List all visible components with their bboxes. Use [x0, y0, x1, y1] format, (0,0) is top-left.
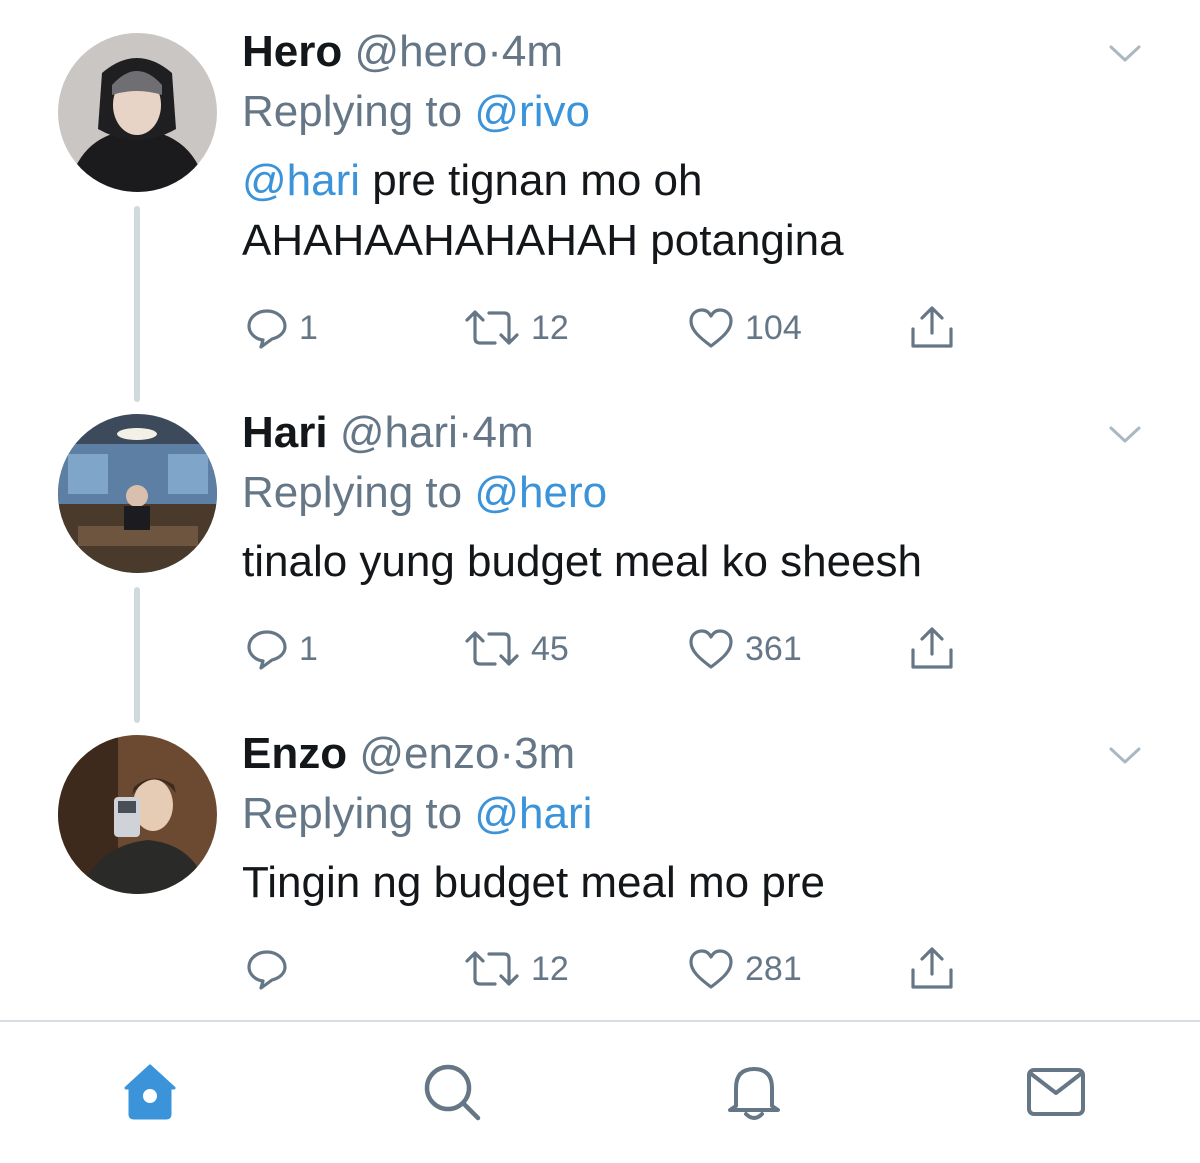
heart-icon	[689, 949, 733, 989]
home-icon	[124, 1064, 176, 1120]
tweet-text: Tingin ng budget meal mo pre	[242, 858, 825, 907]
reply-button[interactable]	[245, 946, 299, 992]
retweet-button[interactable]: 12	[463, 946, 569, 992]
share-icon	[911, 947, 953, 989]
search-icon	[424, 1064, 481, 1121]
chevron-down-icon[interactable]	[1108, 738, 1142, 772]
timestamp[interactable]: 3m	[514, 729, 575, 778]
tab-search[interactable]	[420, 1060, 484, 1124]
reply-icon	[247, 950, 287, 990]
avatar[interactable]	[58, 735, 217, 894]
separator: ·	[499, 729, 515, 778]
display-name[interactable]: Enzo	[242, 729, 347, 778]
bell-icon	[728, 1067, 780, 1120]
like-count: 281	[745, 949, 802, 988]
replying-to-mention[interactable]: @hari	[474, 789, 592, 838]
replying-to: Replying to @hari	[242, 789, 1140, 839]
retweet-icon	[465, 951, 519, 986]
tab-messages[interactable]	[1024, 1060, 1088, 1124]
thread-view: Hero @hero·4m Replying to @rivo @hari pr…	[0, 0, 1200, 1163]
mail-icon	[1027, 1068, 1085, 1116]
bottom-tab-bar	[0, 1020, 1200, 1163]
tweet[interactable]: Enzo @enzo·3m Replying to @hari Tingin n…	[0, 0, 1200, 1010]
tab-home[interactable]	[118, 1060, 182, 1124]
tweet-header: Enzo @enzo·3m	[242, 729, 1140, 779]
tab-notifications[interactable]	[722, 1060, 786, 1124]
like-button[interactable]: 281	[687, 946, 802, 992]
replying-to-label: Replying to	[242, 789, 463, 838]
handle[interactable]: @enzo	[359, 729, 499, 778]
tweet-actions: 12 281	[245, 946, 965, 992]
share-button[interactable]	[908, 946, 956, 992]
retweet-count: 12	[531, 949, 569, 988]
